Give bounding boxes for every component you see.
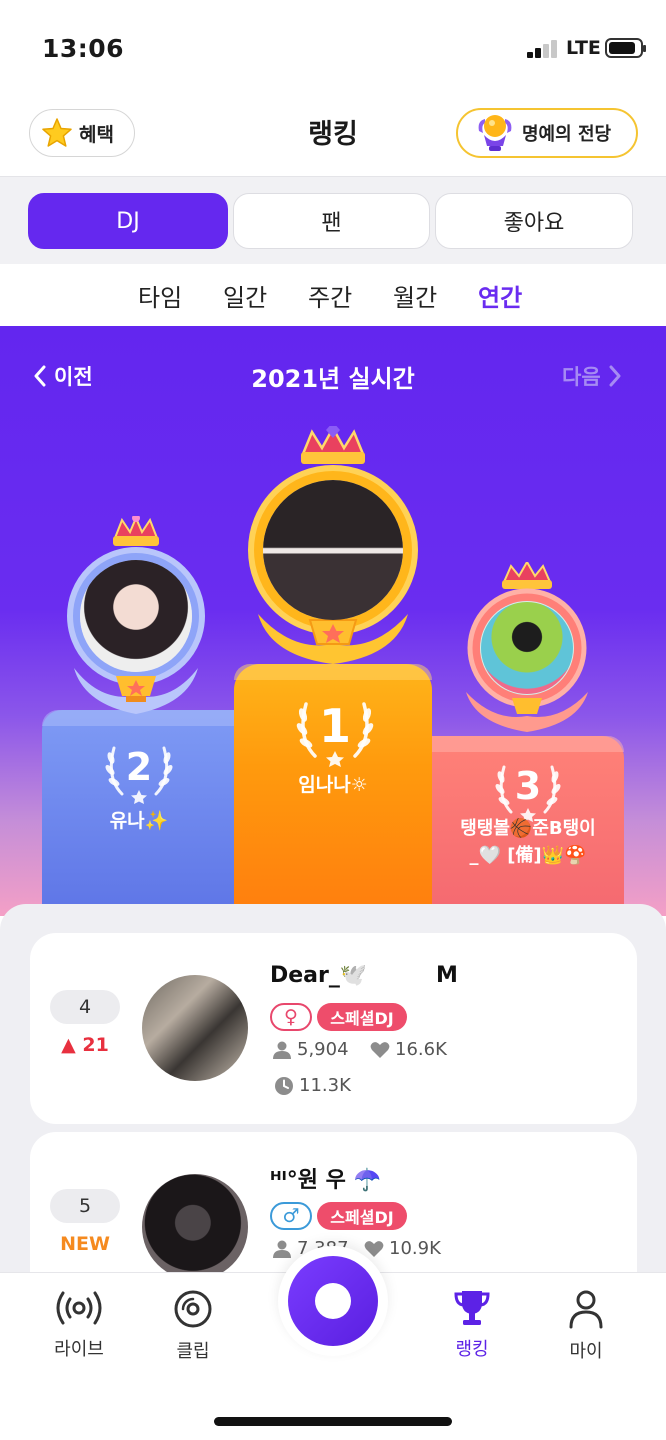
period-tabs: 타임 일간 주간 월간 연간 <box>0 264 666 326</box>
user-name: ᴴᴵ°원 우 ☂️ <box>270 1168 381 1193</box>
segment-dj[interactable]: DJ <box>28 193 228 249</box>
ranking-card[interactable]: 4 ▲ 21 Dear_🕊️ M ♀ 스페셜DJ 5,904 16.6K 11.… <box>30 933 637 1124</box>
live-icon <box>56 1291 102 1325</box>
likes-count: 16.6K <box>395 1039 447 1060</box>
tab-daily[interactable]: 일간 <box>223 278 267 313</box>
nav-ranking-label: 랭킹 <box>455 1339 489 1360</box>
hall-of-fame-button[interactable]: 명예의 전당 <box>456 108 638 158</box>
nav-ranking[interactable]: 랭킹 <box>426 1289 518 1361</box>
next-label: 다음 <box>562 365 601 389</box>
tab-monthly[interactable]: 월간 <box>393 278 437 313</box>
trophy-icon <box>478 115 512 151</box>
clock-icon <box>275 1076 293 1095</box>
profile-icon <box>569 1290 603 1329</box>
signal-icon <box>527 40 559 58</box>
rank-2-number: 2 <box>126 745 152 789</box>
heart-icon <box>370 1041 390 1058</box>
tab-time[interactable]: 타임 <box>138 278 182 313</box>
broadcast-icon <box>288 1256 378 1346</box>
trophy-icon <box>454 1291 490 1325</box>
home-indicator <box>214 1417 452 1426</box>
listeners-stat: 5,904 <box>272 1039 349 1060</box>
rank-3-name-line1: 탱탱볼🏀준B탱이 <box>460 818 596 839</box>
status-bar: 13:06 LTE <box>0 0 666 96</box>
nav-my-label: 마이 <box>569 1341 603 1362</box>
person-icon <box>273 1240 291 1258</box>
podium-rank-2[interactable]: 2 유나✨ <box>42 710 236 916</box>
person-icon <box>273 1041 291 1059</box>
nav-clip[interactable]: 클립 <box>147 1289 239 1363</box>
segment-fan[interactable]: 팬 <box>233 193 430 249</box>
hall-of-fame-label: 명예의 전당 <box>522 124 612 145</box>
avatar[interactable] <box>142 1174 248 1280</box>
likes-count: 10.9K <box>389 1238 441 1259</box>
rank-3-laurel-icon: 3 <box>495 764 561 822</box>
ranking-list: 4 ▲ 21 Dear_🕊️ M ♀ 스페셜DJ 5,904 16.6K 11.… <box>0 904 666 1302</box>
time-count: 11.3K <box>299 1075 351 1096</box>
rank-2-laurel-icon: 2 <box>105 745 173 804</box>
bottom-nav: 라이브 클립 랭킹 마이 <box>0 1246 666 1440</box>
broadcast-button[interactable] <box>278 1246 388 1356</box>
rank-number: 4 <box>50 990 120 1024</box>
user-name-suffix: M <box>436 963 458 988</box>
next-button[interactable]: 다음 <box>562 361 623 391</box>
likes-stat: 16.6K <box>370 1039 447 1060</box>
rank-1-avatar[interactable] <box>263 480 403 620</box>
nav-live-label: 라이브 <box>54 1339 104 1360</box>
tab-weekly[interactable]: 주간 <box>308 278 352 313</box>
rank-2-avatar[interactable] <box>80 560 192 672</box>
nav-clip-label: 클립 <box>176 1341 210 1362</box>
avatar[interactable] <box>142 975 248 1081</box>
header: 혜택 랭킹 명예의 전당 <box>0 96 666 176</box>
nav-my[interactable]: 마이 <box>540 1289 632 1363</box>
rank-change: NEW <box>60 1233 110 1255</box>
rank-1-laurel-icon: 1 <box>296 699 374 767</box>
status-time: 13:06 <box>42 34 125 63</box>
male-badge: ♂ <box>270 1202 312 1230</box>
likes-stat: 10.9K <box>364 1238 441 1259</box>
podium-rank-3[interactable]: 3 탱탱볼🏀준B탱이 _🤍 [備]👑🍄 <box>432 736 624 916</box>
rank-change: ▲ 21 <box>61 1034 109 1056</box>
chevron-right-icon <box>609 365 621 387</box>
rank-3-name-line2: _🤍 [備]👑🍄 <box>469 845 587 866</box>
rank-number: 5 <box>50 1189 120 1223</box>
clip-icon <box>174 1290 212 1328</box>
category-segments: DJ 팬 좋아요 <box>0 176 666 264</box>
podium-rank-1[interactable]: 1 임나나☼ <box>234 664 432 916</box>
nav-live[interactable]: 라이브 <box>33 1289 125 1361</box>
female-badge: ♀ <box>270 1003 312 1031</box>
heart-icon <box>364 1240 384 1257</box>
user-name: Dear_🕊️ <box>270 963 368 988</box>
network-type: LTE <box>566 37 601 59</box>
rank-2-name: 유나✨ <box>109 810 169 832</box>
time-stat: 11.3K <box>274 1075 351 1096</box>
special-dj-badge: 스페셜DJ <box>317 1003 407 1031</box>
rank-3-avatar[interactable] <box>481 602 573 694</box>
ranking-hero: 이전 2021년 실시간 다음 2 유나✨ 1 임나나☼ 3 탱탱볼🏀준B탱이 … <box>0 326 666 916</box>
rank-1-number: 1 <box>319 699 351 753</box>
special-dj-badge: 스페셜DJ <box>317 1202 407 1230</box>
segment-likes[interactable]: 좋아요 <box>435 193 633 249</box>
rank-1-name: 임나나☼ <box>298 774 368 796</box>
listeners-count: 5,904 <box>297 1039 349 1060</box>
tab-yearly[interactable]: 연간 <box>478 278 522 313</box>
rank-3-number: 3 <box>515 764 541 808</box>
battery-icon <box>605 38 646 58</box>
